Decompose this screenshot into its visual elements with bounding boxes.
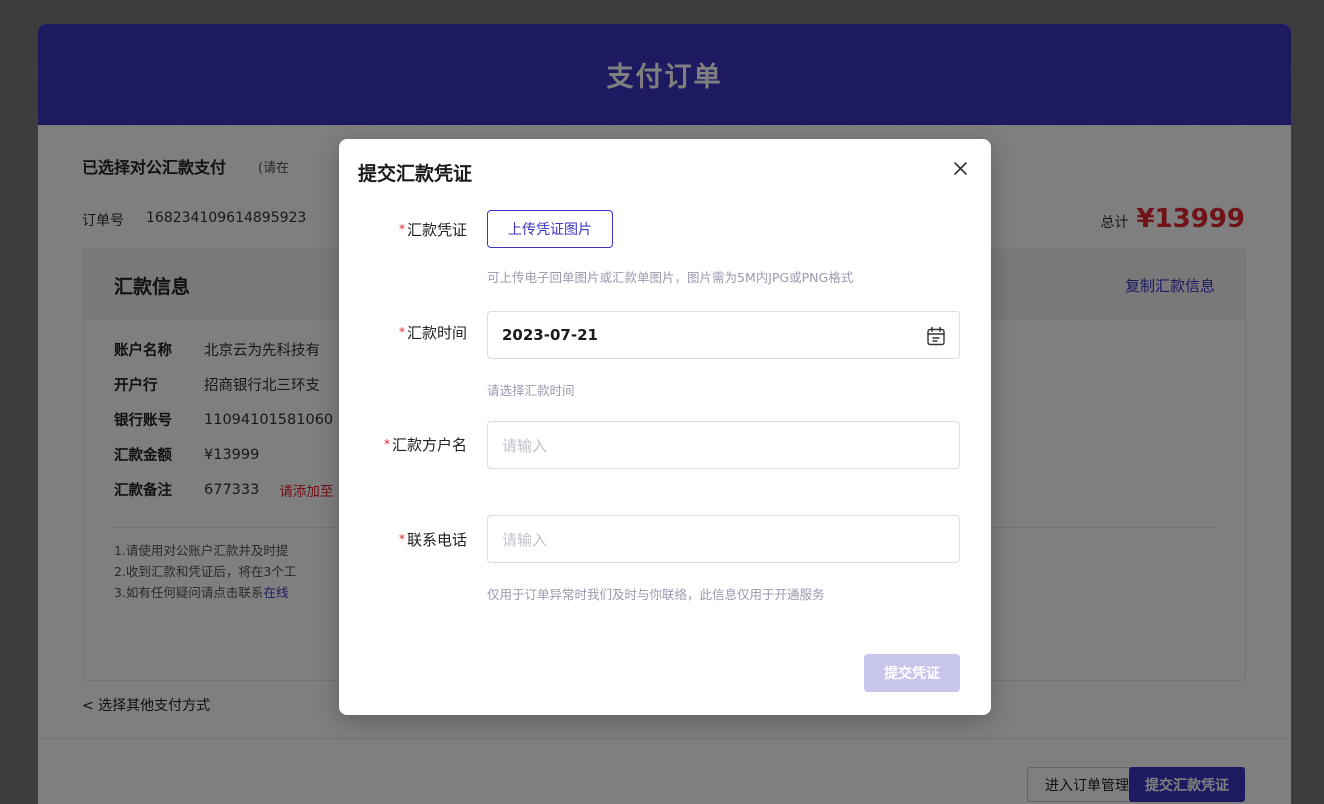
submit-voucher-dialog: 提交汇款凭证 * 汇款凭证 上传凭证图片 可上传电子回单图片或汇款单图片，图片需为…	[339, 139, 991, 715]
phone-input[interactable]: 请输入	[487, 515, 960, 563]
payer-name-label-text: 汇款方户名	[391, 436, 467, 454]
remit-date-value: 2023-07-21	[502, 326, 598, 344]
voucher-label: * 汇款凭证	[399, 219, 467, 240]
close-button[interactable]	[947, 155, 973, 181]
submit-voucher-button[interactable]: 提交凭证	[864, 654, 960, 692]
remit-date-picker[interactable]: 2023-07-21	[487, 311, 960, 359]
upload-voucher-button[interactable]: 上传凭证图片	[487, 210, 613, 248]
payer-name-input[interactable]: 请输入	[487, 421, 960, 469]
required-mark: *	[398, 222, 405, 236]
remit-time-label-text: 汇款时间	[406, 324, 467, 342]
phone-label: * 联系电话	[399, 529, 467, 550]
calendar-icon[interactable]	[925, 325, 947, 347]
voucher-label-text: 汇款凭证	[406, 221, 467, 239]
remit-time-help-text: 请选择汇款时间	[487, 383, 575, 398]
payer-name-label: * 汇款方户名	[384, 434, 467, 455]
phone-help-text: 仅用于订单异常时我们及时与你联络，此信息仅用于开通服务	[487, 587, 825, 602]
close-icon	[953, 161, 967, 175]
payer-name-placeholder: 请输入	[502, 436, 548, 455]
required-mark: *	[398, 325, 405, 339]
dialog-title: 提交汇款凭证	[358, 163, 473, 185]
phone-placeholder: 请输入	[502, 530, 548, 549]
required-mark: *	[383, 437, 390, 451]
remit-time-label: * 汇款时间	[399, 322, 467, 343]
phone-label-text: 联系电话	[406, 531, 467, 549]
required-mark: *	[398, 532, 405, 546]
voucher-help-text: 可上传电子回单图片或汇款单图片，图片需为5M内JPG或PNG格式	[487, 270, 854, 285]
